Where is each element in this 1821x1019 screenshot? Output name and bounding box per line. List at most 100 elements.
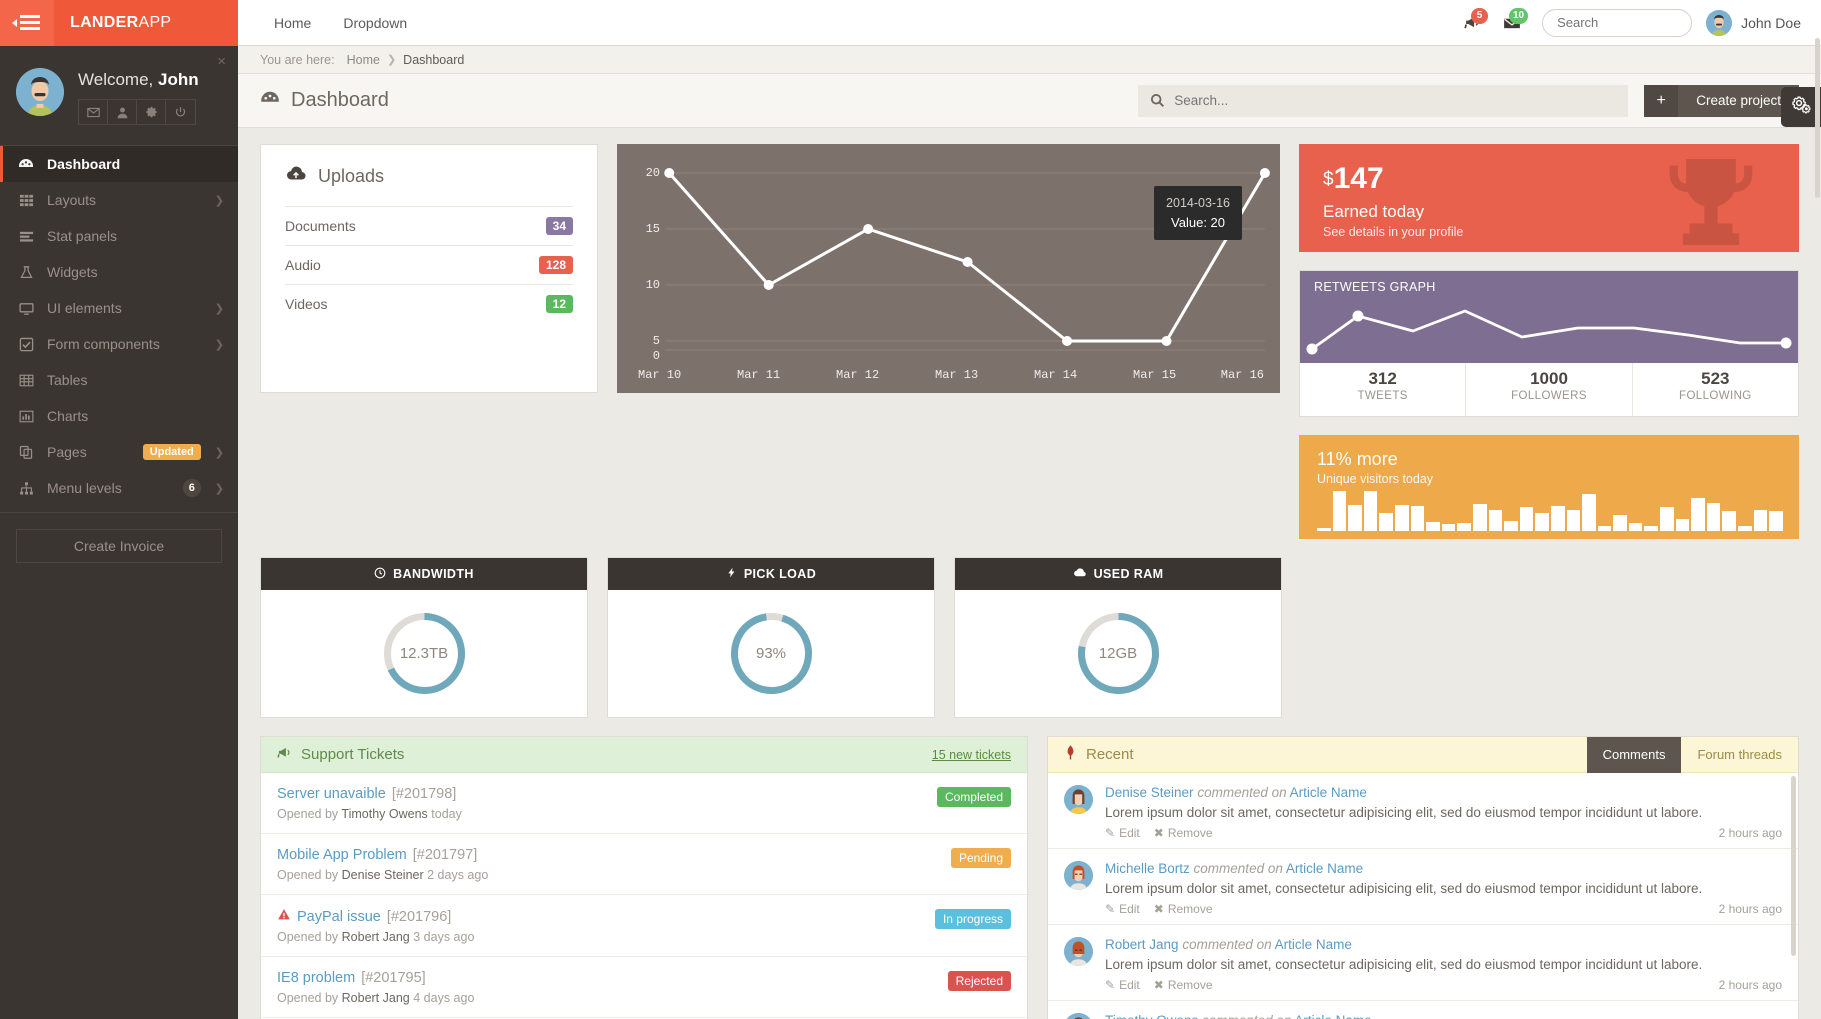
comment-time: 2 hours ago	[1718, 902, 1782, 916]
user-menu[interactable]: John Doe	[1706, 9, 1807, 36]
earned-today-widget[interactable]: $147 Earned today See details in your pr…	[1299, 144, 1799, 252]
list-item: Robert Jang commented on Article Name Lo…	[1048, 925, 1798, 1001]
list-item[interactable]: Audio 128	[285, 245, 573, 284]
status-badge: Completed	[936, 787, 1011, 807]
comment-article[interactable]: Article Name	[1275, 937, 1352, 952]
gear-icon[interactable]	[137, 100, 166, 124]
table-row[interactable]: Mobile App Problem [#201797] Opened by D…	[261, 834, 1027, 895]
brand-logo[interactable]: LANDERAPP	[54, 14, 171, 32]
unique-visitors-bars	[1317, 489, 1783, 531]
table-row[interactable]: PayPal issue [#201796] Opened by Robert …	[261, 895, 1027, 957]
create-invoice-button[interactable]: Create Invoice	[16, 529, 222, 563]
main-line-chart[interactable]: 20 15 10 5 0 Mar 10 Mar 11 Mar 12 Mar 13…	[617, 144, 1280, 393]
sidebar-item-charts[interactable]: Charts	[0, 398, 238, 434]
x-tick: Mar 13	[935, 368, 979, 382]
table-row[interactable]: IE8 problem [#201795] Opened by Robert J…	[261, 957, 1027, 1018]
sidebar-item-form-components[interactable]: Form components ❯	[0, 326, 238, 362]
scrollbar[interactable]	[1790, 774, 1797, 1019]
plus-icon: +	[1644, 84, 1679, 117]
profile-close-icon[interactable]: ×	[217, 54, 226, 69]
notifications-messages-button[interactable]: 10	[1492, 0, 1532, 46]
status-badge: Rejected	[947, 971, 1011, 991]
scrollbar-thumb[interactable]	[1815, 38, 1820, 198]
avatar[interactable]	[16, 68, 64, 116]
ticket-when: 4 days ago	[413, 991, 475, 1005]
sidebar-item-pages[interactable]: Pages Updated ❯	[0, 434, 238, 470]
y-tick: 10	[645, 278, 660, 292]
sidebar-item-menu-levels[interactable]: Menu levels 6 ❯	[0, 470, 238, 506]
upload-label: Videos	[285, 296, 328, 312]
tab-forum-threads[interactable]: Forum threads	[1681, 737, 1798, 773]
sidebar-item-dashboard[interactable]: Dashboard	[0, 146, 238, 182]
edit-comment-button[interactable]: ✎ Edit	[1105, 978, 1140, 992]
ticket-title[interactable]: IE8 problem [#201795]	[277, 970, 948, 986]
topnav-item-home[interactable]: Home	[258, 15, 327, 31]
sidebar-footer: Create Invoice	[0, 512, 238, 579]
power-icon[interactable]	[166, 100, 195, 124]
sidebar-item-ui-elements[interactable]: UI elements ❯	[0, 290, 238, 326]
line-chart-svg	[664, 168, 1270, 351]
envelope-icon[interactable]	[79, 100, 108, 124]
page-search-input[interactable]	[1138, 84, 1629, 117]
comment-article[interactable]: Article Name	[1290, 785, 1367, 800]
pick-load-panel: PICK LOAD 93%	[607, 557, 935, 718]
sidebar-item-stat-panels[interactable]: Stat panels	[0, 218, 238, 254]
comment-article[interactable]: Article Name	[1294, 1013, 1371, 1019]
comment-time: 2 hours ago	[1718, 978, 1782, 992]
remove-comment-button[interactable]: ✖ Remove	[1154, 978, 1213, 992]
topnav-item-dropdown[interactable]: Dropdown	[327, 15, 423, 31]
comment-author[interactable]: Michelle Bortz	[1105, 861, 1190, 876]
avatar[interactable]	[1064, 937, 1093, 966]
comment-author[interactable]: Timothy Owens	[1105, 1013, 1198, 1019]
tab-comments[interactable]: Comments	[1586, 736, 1682, 773]
monitor-icon	[16, 301, 36, 316]
comment-time: 2 hours ago	[1718, 826, 1782, 840]
list-item[interactable]: Documents 34	[285, 206, 573, 245]
unique-visitors-widget[interactable]: 11% more Unique visitors today	[1299, 435, 1799, 539]
remove-comment-button[interactable]: ✖ Remove	[1154, 902, 1213, 916]
list-item[interactable]: Videos 12	[285, 284, 573, 323]
comment-author[interactable]: Denise Steiner	[1105, 785, 1194, 800]
sidebar-item-layouts[interactable]: Layouts ❯	[0, 182, 238, 218]
comment-author[interactable]: Robert Jang	[1105, 937, 1179, 952]
scrollbar-thumb[interactable]	[1791, 776, 1796, 956]
new-tickets-link[interactable]: 15 new tickets	[932, 748, 1011, 762]
pick-load-header: PICK LOAD	[608, 558, 934, 590]
table-row[interactable]: Server unavaible [#201798] Opened by Tim…	[261, 773, 1027, 834]
ticket-meta: Opened by Denise Steiner 2 days ago	[277, 868, 489, 882]
row-stat-panels: BANDWIDTH 12.3TB PICK LOAD 93% USED RAM …	[260, 557, 1799, 718]
remove-label: Remove	[1167, 902, 1213, 916]
stat-value: 523	[1701, 369, 1730, 388]
topbar: Home Dropdown 5 10 Search John Doe	[238, 0, 1821, 46]
row-top: Uploads Documents 34 Audio 128 Videos 12	[260, 144, 1799, 539]
chevron-right-icon: ❯	[214, 302, 224, 315]
breadcrumb-home[interactable]: Home	[347, 53, 380, 67]
stat-value: 1000	[1530, 369, 1568, 388]
sidebar-toggle-button[interactable]	[0, 0, 54, 46]
retweets-sparkline[interactable]: RETWEETS GRAPH	[1300, 271, 1798, 363]
search-input[interactable]	[1542, 8, 1693, 37]
ticket-title[interactable]: Mobile App Problem [#201797]	[277, 847, 951, 863]
create-project-button[interactable]: + Create project	[1644, 84, 1799, 117]
avatar[interactable]	[1064, 785, 1093, 814]
avatar[interactable]	[1064, 1013, 1093, 1019]
avatar[interactable]	[1064, 861, 1093, 890]
chevron-right-icon: ❯	[214, 446, 224, 459]
tooltip-date: 2014-03-16	[1166, 196, 1230, 210]
sidebar-item-tables[interactable]: Tables	[0, 362, 238, 398]
chevron-right-icon: ❯	[214, 194, 224, 207]
ticket-title[interactable]: PayPal issue [#201796]	[277, 908, 935, 925]
bandwidth-panel: BANDWIDTH 12.3TB	[260, 557, 588, 718]
notifications-bullhorn-button[interactable]: 5	[1452, 0, 1492, 46]
ticket-title[interactable]: Server unavaible [#201798]	[277, 786, 937, 802]
comment-article[interactable]: Article Name	[1286, 861, 1363, 876]
remove-comment-button[interactable]: ✖ Remove	[1154, 826, 1213, 840]
comment-actions: ✎ Edit ✖ Remove 2 hours ago	[1105, 978, 1782, 992]
edit-comment-button[interactable]: ✎ Edit	[1105, 902, 1140, 916]
recent-title-label: Recent	[1086, 746, 1134, 763]
ticket-name: Mobile App Problem	[277, 847, 407, 863]
edit-comment-button[interactable]: ✎ Edit	[1105, 826, 1140, 840]
close-icon: ✖	[1153, 902, 1164, 916]
user-icon[interactable]	[108, 100, 137, 124]
sidebar-item-widgets[interactable]: Widgets	[0, 254, 238, 290]
